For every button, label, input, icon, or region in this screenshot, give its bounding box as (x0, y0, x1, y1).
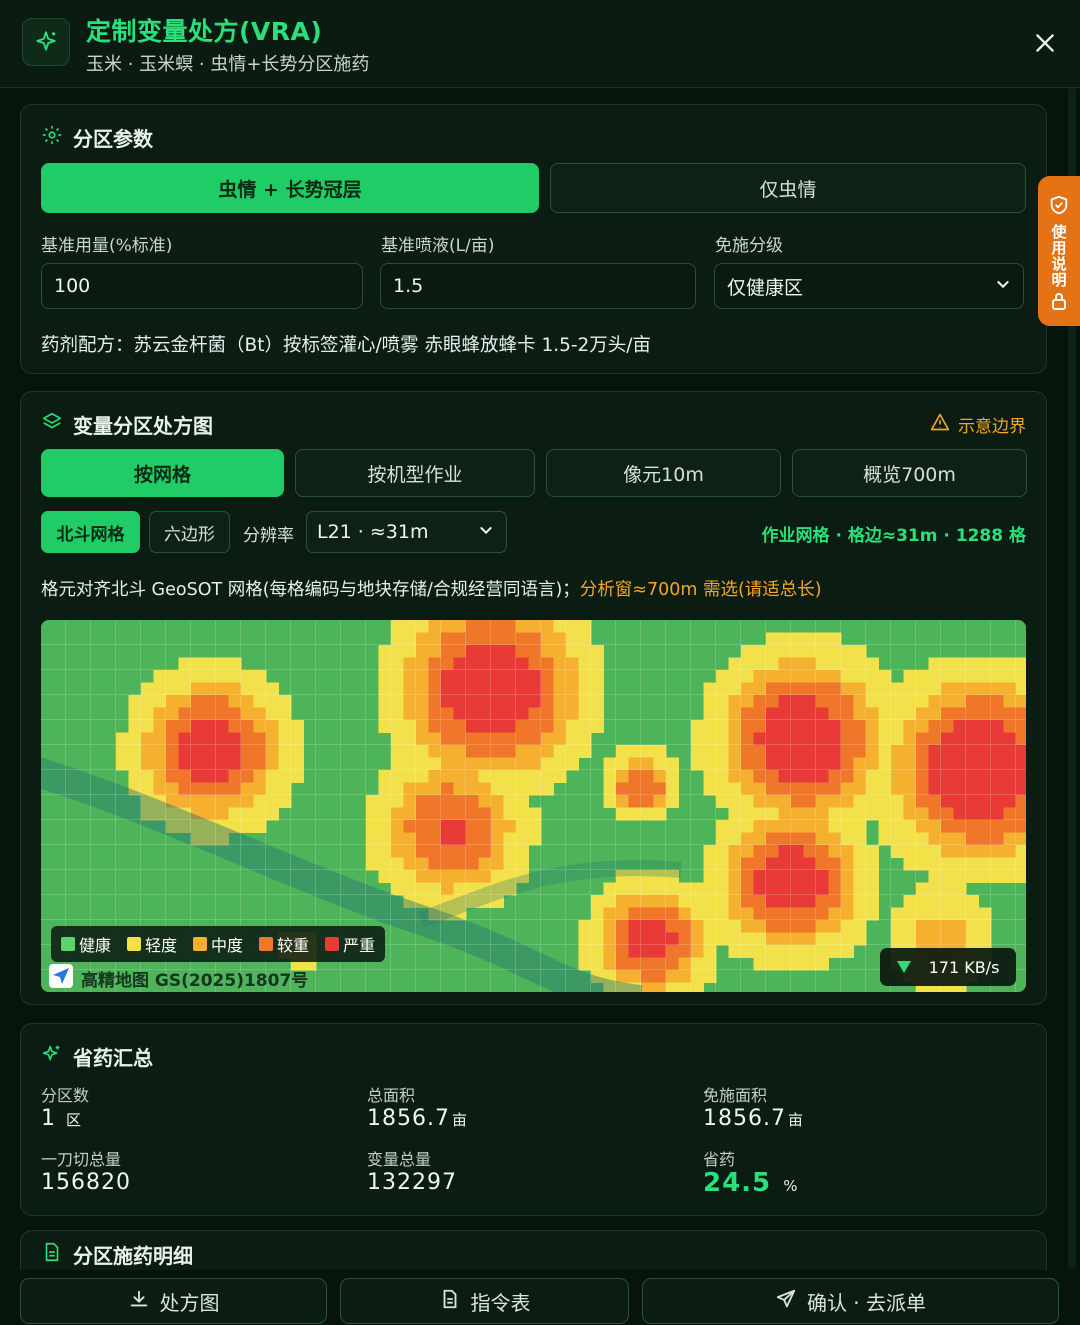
exempt-select-value: 仅健康区 (727, 276, 804, 299)
help-side-tab[interactable]: 使用说明 (1038, 176, 1080, 326)
shield-check-icon (1048, 194, 1070, 220)
stat-zone-count: 1 区 (41, 1106, 82, 1131)
prescription-map[interactable]: 健康 轻度 中度 较重 严重 高精地图 GS(2025)1807号 171 KB… (41, 620, 1026, 992)
legend-item: 健康 (61, 932, 111, 956)
stat-exempt-area-label: 免施面积 (703, 1086, 768, 1105)
document-icon (41, 1241, 63, 1268)
bottom-action-bar: 处方图 指令表 确认 · 去派单 (0, 1270, 1080, 1325)
grid-stats: 作业网格 · 格边≈31m · 1288 格 (761, 526, 1026, 546)
exempt-label: 免施分级 (715, 236, 783, 256)
view-tab-machine[interactable]: 按机型作业 (295, 449, 535, 497)
resolution-select[interactable]: L21 · ≈31m (306, 511, 507, 553)
legend-swatch (127, 937, 142, 951)
legend-item: 严重 (325, 932, 375, 956)
legend-swatch (325, 937, 340, 951)
lock-icon (1051, 292, 1067, 314)
view-tab-overview[interactable]: 概览700m (792, 449, 1027, 497)
stat-savings: 24.5 % (703, 1168, 798, 1198)
stat-variable-total-label: 变量总量 (367, 1150, 432, 1169)
send-icon (775, 1288, 797, 1315)
stat-total-area: 1856.7 亩 (367, 1106, 467, 1131)
network-speed: 171 KB/s (880, 948, 1016, 986)
stat-variable-total: 132297 (367, 1170, 457, 1195)
resolution-label: 分辨率 (243, 526, 294, 546)
legend-swatch (193, 937, 208, 951)
download-map-button[interactable]: 处方图 (20, 1278, 327, 1324)
legend-swatch (61, 937, 75, 951)
dialog-header: 定制变量处方(VRA) 玉米 · 玉米螟 · 虫情+长势分区施药 (0, 0, 1080, 88)
mode-tab-pest-only[interactable]: 仅虫情 (550, 163, 1026, 213)
dialog-subtitle: 玉米 · 玉米螟 · 虫情+长势分区施药 (86, 54, 370, 75)
base-dose-input[interactable]: 100 (41, 263, 363, 309)
close-icon[interactable] (1032, 30, 1058, 56)
formula-text: 药剂配方：苏云金杆菌（Bt）按标签灌心/喷雾 赤眼蜂放蜂卡 1.5-2万头/亩 (41, 335, 652, 356)
base-spray-label: 基准喷液(L/亩) (381, 236, 495, 256)
command-table-button[interactable]: 指令表 (340, 1278, 629, 1324)
chevron-down-icon (478, 521, 494, 543)
gear-icon (41, 124, 63, 151)
summary-card: 省药汇总 分区数 1 区 总面积 1856.7 亩 免施面积 1856.7 亩 一刀… (20, 1023, 1047, 1216)
map-attribution: 高精地图 GS(2025)1807号 (49, 964, 308, 992)
stat-zone-count-label: 分区数 (41, 1086, 90, 1105)
sparkle-icon (22, 18, 70, 66)
view-tab-pixel[interactable]: 像元10m (546, 449, 781, 497)
legend-item: 轻度 (127, 932, 177, 956)
confirm-dispatch-button[interactable]: 确认 · 去派单 (642, 1278, 1059, 1324)
legend-item: 中度 (193, 932, 243, 956)
grid-type-hexagon[interactable]: 六边形 (149, 511, 230, 553)
download-icon (128, 1288, 150, 1315)
zonemap-card: 变量分区处方图 示意边界 按网格 按机型作业 像元10m 概览700m 北斗网格… (20, 391, 1047, 1005)
params-title: 分区参数 (41, 123, 153, 152)
navigation-icon (49, 964, 73, 992)
stat-savings-label: 省药 (703, 1150, 736, 1169)
boundary-note: 示意边界 (930, 412, 1026, 437)
base-dose-label: 基准用量(%标准) (41, 236, 173, 256)
map-legend: 健康 轻度 中度 较重 严重 (51, 926, 386, 962)
sparkle-icon (41, 1043, 63, 1070)
layers-icon (41, 411, 63, 438)
chevron-down-icon (995, 275, 1011, 297)
stat-uniform-total: 156820 (41, 1170, 131, 1195)
exempt-select[interactable]: 仅健康区 (714, 263, 1024, 309)
document-icon (439, 1288, 461, 1315)
stat-total-area-label: 总面积 (367, 1086, 416, 1105)
triangle-down-icon (896, 958, 911, 977)
summary-title: 省药汇总 (41, 1042, 153, 1071)
details-title: 分区施药明细 (41, 1240, 193, 1269)
resolution-value: L21 · ≈31m (317, 521, 429, 543)
mode-tab-pest-canopy[interactable]: 虫情 + 长势冠层 (41, 163, 539, 213)
stat-exempt-area: 1856.7 亩 (703, 1106, 803, 1131)
help-side-label: 使用说明 (1049, 224, 1068, 288)
legend-swatch (259, 937, 274, 951)
grid-type-beidou[interactable]: 北斗网格 (41, 511, 140, 553)
dialog-title: 定制变量处方(VRA) (86, 17, 323, 46)
zonemap-title: 变量分区处方图 (41, 410, 213, 439)
stat-uniform-total-label: 一刀切总量 (41, 1150, 122, 1169)
warning-icon (930, 412, 950, 437)
view-tab-grid[interactable]: 按网格 (41, 449, 284, 497)
params-card: 分区参数 虫情 + 长势冠层 仅虫情 基准用量(%标准) 基准喷液(L/亩) 免… (20, 104, 1047, 374)
legend-item: 较重 (259, 932, 309, 956)
base-spray-input[interactable]: 1.5 (380, 263, 696, 309)
grid-note: 格元对齐北斗 GeoSOT 网格(每格编码与地块存储/合规经营同语言)；分析窗≈… (41, 580, 822, 600)
